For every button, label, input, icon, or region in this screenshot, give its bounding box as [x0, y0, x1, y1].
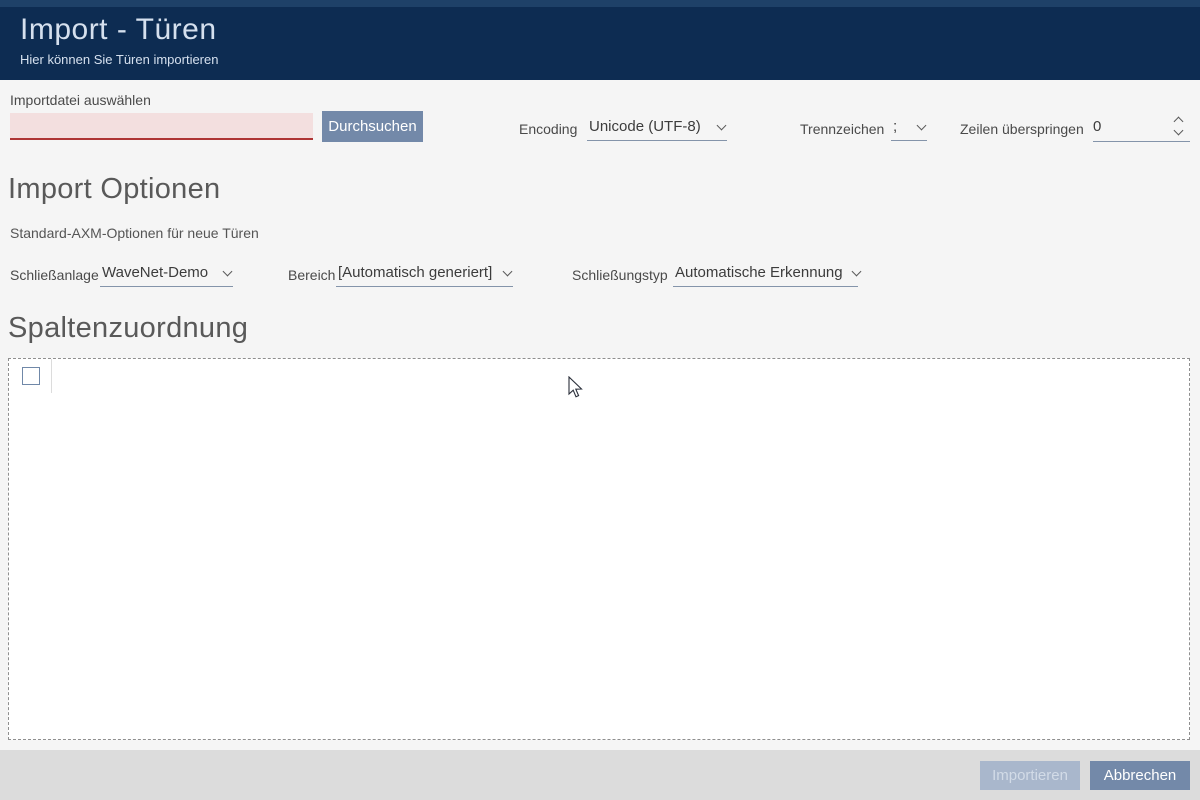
import-options-heading: Import Optionen	[8, 173, 220, 206]
chevron-down-icon	[917, 120, 927, 130]
locking-system-dropdown[interactable]: WaveNet-Demo	[100, 264, 233, 287]
locking-system-label: Schließanlage	[10, 267, 99, 283]
skip-lines-stepper[interactable]	[1093, 112, 1190, 142]
column-divider	[51, 359, 52, 393]
chevron-down-icon	[851, 266, 861, 276]
delimiter-label: Trennzeichen	[800, 121, 884, 137]
delimiter-value: ;	[893, 118, 897, 135]
dialog-subtitle: Hier können Sie Türen importieren	[20, 52, 218, 67]
lock-type-dropdown[interactable]: Automatische Erkennung	[673, 264, 858, 287]
spinner-down-icon[interactable]	[1174, 126, 1184, 136]
skip-lines-label: Zeilen überspringen	[960, 121, 1084, 137]
column-mapping-heading: Spaltenzuordnung	[8, 312, 248, 345]
dialog-title: Import - Türen	[20, 13, 217, 47]
browse-button[interactable]: Durchsuchen	[322, 111, 423, 142]
encoding-value: Unicode (UTF-8)	[589, 118, 701, 135]
select-all-checkbox[interactable]	[22, 367, 40, 385]
spinner	[1172, 113, 1186, 141]
lock-type-value: Automatische Erkennung	[675, 264, 843, 281]
locking-system-value: WaveNet-Demo	[102, 264, 208, 281]
header-top-strip	[0, 0, 1200, 7]
cancel-button[interactable]: Abbrechen	[1090, 761, 1190, 790]
area-value: [Automatisch generiert]	[338, 264, 492, 281]
import-file-label: Importdatei auswählen	[10, 92, 151, 108]
delimiter-dropdown[interactable]: ;	[891, 118, 927, 141]
import-options-description: Standard-AXM-Optionen für neue Türen	[10, 225, 259, 241]
dialog-content: Importdatei auswählen Durchsuchen Encodi…	[0, 80, 1200, 750]
lock-type-label: Schließungstyp	[572, 267, 668, 283]
skip-lines-input[interactable]	[1093, 118, 1163, 135]
chevron-down-icon	[717, 120, 727, 130]
chevron-down-icon	[223, 266, 233, 276]
area-dropdown[interactable]: [Automatisch generiert]	[336, 264, 513, 287]
encoding-label: Encoding	[519, 121, 577, 137]
area-label: Bereich	[288, 267, 335, 283]
column-mapping-area	[8, 358, 1190, 740]
footer-bar: Importieren Abbrechen	[0, 750, 1200, 800]
encoding-dropdown[interactable]: Unicode (UTF-8)	[587, 118, 727, 141]
chevron-down-icon	[503, 266, 513, 276]
import-button[interactable]: Importieren	[980, 761, 1080, 790]
dialog-header: Import - Türen Hier können Sie Türen imp…	[0, 0, 1200, 80]
import-file-input[interactable]	[10, 113, 313, 140]
